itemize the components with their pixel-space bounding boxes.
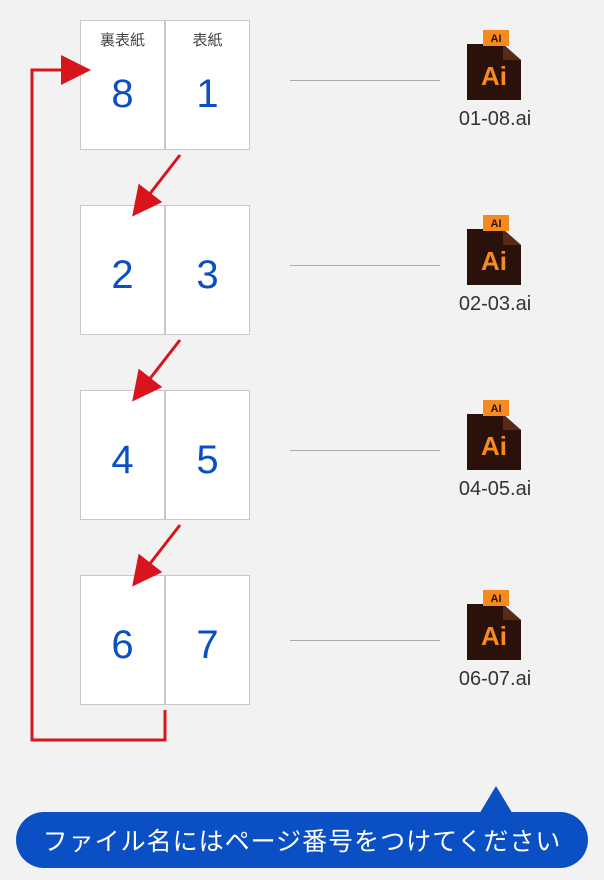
- connector-line-1: [290, 80, 440, 81]
- file-name-2: 02-03.ai: [435, 293, 555, 316]
- connector-line-3: [290, 450, 440, 451]
- instruction-text: ファイル名にはページ番号をつけてください: [43, 822, 562, 858]
- spread-1: 裏表紙 8 表紙 1: [80, 20, 250, 150]
- page-number-7: 7: [196, 623, 218, 668]
- page-number-2: 2: [111, 253, 133, 298]
- page-number-1: 1: [196, 72, 218, 117]
- page-number-8: 8: [111, 72, 133, 117]
- spread-4: 6 7: [80, 575, 250, 705]
- page-7: 7: [165, 575, 250, 705]
- page-number-5: 5: [196, 438, 218, 483]
- file-name-1: 01-08.ai: [435, 108, 555, 131]
- svg-text:Ai: Ai: [481, 61, 507, 91]
- ai-file-icon-1: AI Ai: [465, 30, 525, 100]
- page-8: 裏表紙 8: [80, 20, 165, 150]
- svg-text:Ai: Ai: [481, 246, 507, 276]
- page-number-3: 3: [196, 253, 218, 298]
- page-1: 表紙 1: [165, 20, 250, 150]
- connector-line-4: [290, 640, 440, 641]
- svg-text:AI: AI: [491, 33, 502, 45]
- svg-text:Ai: Ai: [481, 431, 507, 461]
- page-3: 3: [165, 205, 250, 335]
- page-4: 4: [80, 390, 165, 520]
- instruction-banner: ファイル名にはページ番号をつけてください: [16, 812, 588, 868]
- page-label-cover: 表紙: [192, 29, 222, 50]
- file-name-3: 04-05.ai: [435, 478, 555, 501]
- svg-text:AI: AI: [491, 218, 502, 230]
- ai-file-icon-4: AI Ai: [465, 590, 525, 660]
- spread-3: 4 5: [80, 390, 250, 520]
- svg-text:Ai: Ai: [481, 621, 507, 651]
- ai-file-icon-2: AI Ai: [465, 215, 525, 285]
- page-number-6: 6: [111, 623, 133, 668]
- page-label-back-cover: 裏表紙: [100, 29, 145, 50]
- page-5: 5: [165, 390, 250, 520]
- page-2: 2: [80, 205, 165, 335]
- svg-text:AI: AI: [491, 403, 502, 415]
- page-number-4: 4: [111, 438, 133, 483]
- svg-text:AI: AI: [491, 593, 502, 605]
- ai-file-icon-3: AI Ai: [465, 400, 525, 470]
- file-name-4: 06-07.ai: [435, 668, 555, 691]
- page-6: 6: [80, 575, 165, 705]
- spread-2: 2 3: [80, 205, 250, 335]
- connector-line-2: [290, 265, 440, 266]
